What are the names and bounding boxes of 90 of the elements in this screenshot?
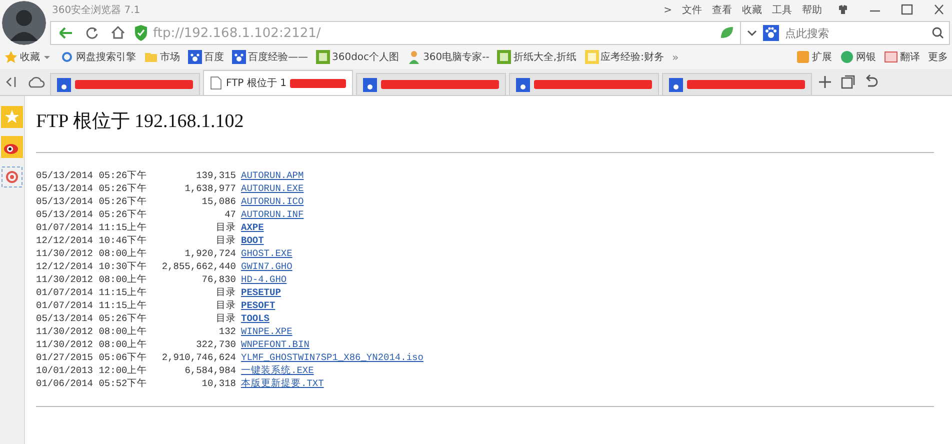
entry-date: 12/12/2014 10:30下午 [36,260,148,273]
square-icon[interactable] [497,50,512,64]
toolbar-item[interactable]: 更多 [928,50,948,64]
menu-item[interactable]: 收藏 [740,3,764,17]
entry-date: 11/30/2012 08:00上午 [36,338,148,351]
entry-size: 132 [218,325,237,338]
page-heading: FTP 根位于 192.168.1.102 [36,110,245,134]
bookmark-item[interactable]: 360电脑专家-- [423,50,490,64]
entry-size: 目录 [215,286,237,299]
toolbar-item[interactable]: 网银 [856,50,876,64]
entry-date: 11/30/2012 08:00上午 [36,273,148,286]
search-input[interactable]: 点此搜索 [783,26,927,40]
entry-size: 322,730 [195,338,237,351]
entry-link[interactable]: HD-4.GHO [241,273,287,286]
entry-link[interactable]: AUTORUN.EXE [241,182,304,195]
menu-item[interactable]: 工具 [770,3,794,17]
bookmark-item[interactable]: 市场 [160,50,180,64]
entry-link[interactable]: PESETUP [241,286,281,299]
entry-date: 05/13/2014 05:26下午 [36,182,148,195]
browser-tab[interactable] [509,73,659,95]
entry-link[interactable]: AXPE [241,221,264,234]
entry-link[interactable]: TOOLS [241,312,270,325]
entry-date: 01/07/2014 11:15上午 [36,221,148,234]
entry-link[interactable]: AUTORUN.APM [241,169,304,182]
entry-size: 139,315 [195,169,237,182]
toolbar-item[interactable]: 翻译 [900,50,920,64]
ring-icon[interactable] [60,50,74,64]
entry-link[interactable]: WINPE.XPE [241,325,292,338]
entry-date: 05/13/2014 05:26下午 [36,312,148,325]
page-icon [210,76,222,90]
entry-date: 05/13/2014 05:26下午 [36,195,148,208]
bookmark-item[interactable]: 百度经验—— [248,50,308,64]
entry-link[interactable]: GHOST.EXE [241,247,292,260]
entry-date: 12/12/2014 10:46下午 [36,234,148,247]
entry-link[interactable]: AUTORUN.ICO [241,195,304,208]
browser-tab[interactable] [50,73,200,95]
entry-date: 05/13/2014 05:26下午 [36,169,148,182]
bookmark-item[interactable]: 360doc个人图 [332,50,400,64]
entry-size: 15,086 [200,195,237,208]
bookmark-item[interactable]: 百度 [204,50,224,64]
entry-link[interactable]: PESOFT [241,299,276,312]
entry-date: 01/06/2014 05:52下午 [36,377,148,390]
entry-size: 10,318 [200,377,237,390]
entry-link[interactable]: 本版更新提要.TXT [241,377,324,390]
bookmark-item[interactable]: 折纸大全,折纸 [513,50,577,64]
entry-date: 01/07/2014 11:15上午 [36,286,148,299]
entry-size: 目录 [215,312,237,325]
person-icon[interactable] [407,50,422,64]
circle-icon[interactable] [840,50,854,64]
entry-date: 10/01/2013 12:00上午 [36,364,148,377]
entry-size: 76,830 [200,273,237,286]
menu-item[interactable]: 帮助 [800,3,824,17]
entry-size: 47 [224,208,237,221]
browser-tab[interactable] [662,73,812,95]
menu-item[interactable]: 文件 [680,3,704,17]
search-icon[interactable] [931,26,945,40]
entry-date: 01/27/2015 05:06下午 [36,351,148,364]
star-icon[interactable] [4,50,18,64]
bookmark-item[interactable]: 收藏 [20,50,40,64]
entry-size: 目录 [215,299,237,312]
entry-size: 1,920,724 [184,247,237,260]
entry-link[interactable]: 一键装系统.EXE [241,364,314,377]
entry-link[interactable]: AUTORUN.INF [241,208,304,221]
search-field[interactable]: 点此搜索 [741,21,950,45]
toolbar-item[interactable]: 扩展 [812,50,832,64]
entry-size: 2,855,662,440 [160,260,237,273]
entry-date: 11/30/2012 08:00上午 [36,247,148,260]
eye-icon[interactable] [1,136,23,158]
entry-size: 2,910,746,624 [160,351,237,364]
entry-size: 6,584,984 [184,364,237,377]
square-icon[interactable] [316,50,330,64]
bookmark-item[interactable]: 网盘搜索引擎 [76,50,136,64]
entry-date: 01/07/2014 11:15上午 [36,299,148,312]
entry-link[interactable]: GWIN7.GHO [241,260,292,273]
entry-size: 目录 [215,234,237,247]
entry-date: 05/13/2014 05:26下午 [36,208,148,221]
browser-tab[interactable] [356,73,506,95]
entry-link[interactable]: BOOT [241,234,264,247]
window-title: 360安全浏览器 7.1 [51,4,140,17]
square-icon[interactable] [884,50,898,64]
menu-item[interactable]: 查看 [710,3,734,17]
menu-chevron[interactable]: > [662,4,674,16]
entry-date: 11/30/2012 08:00上午 [36,325,148,338]
browser-tab[interactable]: FTP 根位于 1 [203,70,353,95]
avatar[interactable] [2,1,46,45]
bookmark-item[interactable]: 应考经验:财务 [600,50,664,64]
entry-link[interactable]: YLMF_GHOSTWIN7SP1_X86_YN2014.iso [241,351,424,364]
entry-size: 1,638,977 [184,182,237,195]
entry-size: 目录 [215,221,237,234]
entry-link[interactable]: WNPEFONT.BIN [241,338,310,351]
